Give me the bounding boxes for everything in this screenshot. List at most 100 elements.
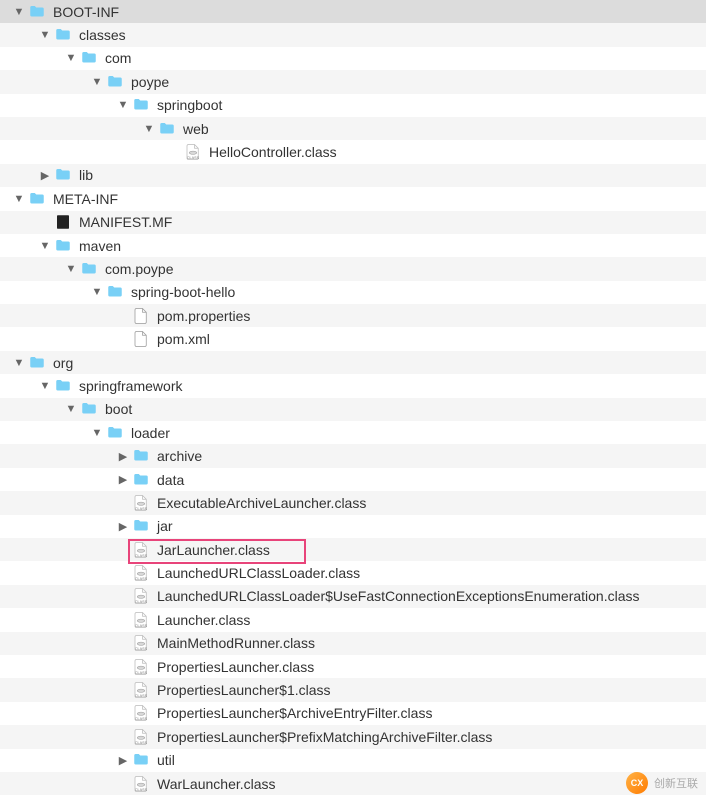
disclosure-spacer	[38, 215, 52, 229]
disclosure-spacer	[116, 636, 130, 650]
tree-item-label: archive	[157, 448, 202, 464]
chevron-down-icon[interactable]: ▼	[38, 379, 52, 393]
tree-row[interactable]: CLASSLaunchedURLClassLoader.class	[0, 561, 706, 584]
disclosure-spacer	[116, 730, 130, 744]
folder-icon	[132, 96, 150, 114]
disclosure-spacer	[116, 660, 130, 674]
file-icon	[132, 307, 150, 325]
disclosure-spacer	[116, 777, 130, 791]
chevron-right-icon[interactable]: ▶	[116, 753, 130, 767]
folder-icon	[80, 49, 98, 67]
tree-row[interactable]: ▼ classes	[0, 23, 706, 46]
svg-text:CLASS: CLASS	[135, 600, 148, 604]
tree-row[interactable]: ▼boot	[0, 398, 706, 421]
tree-row[interactable]: ▼ com.poype	[0, 257, 706, 280]
tree-row[interactable]: ▼springboot	[0, 94, 706, 117]
tree-row[interactable]: CLASS HelloController.class	[0, 140, 706, 163]
tree-row[interactable]: MANIFEST.MF	[0, 211, 706, 234]
chevron-down-icon[interactable]: ▼	[90, 426, 104, 440]
tree-item-label: HelloController.class	[209, 144, 337, 160]
svg-text:CLASS: CLASS	[135, 647, 148, 651]
disclosure-spacer	[116, 566, 130, 580]
class-icon: CLASS	[132, 494, 150, 512]
class-icon: CLASS	[132, 611, 150, 629]
file-tree[interactable]: ▼BOOT-INF▼classes▼com▼poype▼springboot▼w…	[0, 0, 706, 795]
tree-row[interactable]: ▼spring-boot-hello	[0, 281, 706, 304]
folder-icon	[106, 424, 124, 442]
tree-row[interactable]: CLASSWarLauncher.class	[0, 772, 706, 795]
tree-row[interactable]: CLASSPropertiesLauncher$1.class	[0, 678, 706, 701]
tree-item-label: pom.properties	[157, 308, 250, 324]
chevron-down-icon[interactable]: ▼	[38, 239, 52, 253]
class-icon: CLASS	[132, 634, 150, 652]
svg-text:CLASS: CLASS	[135, 507, 148, 511]
tree-row[interactable]: CLASSPropertiesLauncher$PrefixMatchingAr…	[0, 725, 706, 748]
svg-text:CLASS: CLASS	[135, 717, 148, 721]
tree-row[interactable]: CLASSJarLauncher.class	[0, 538, 706, 561]
tree-item-label: poype	[131, 74, 169, 90]
chevron-down-icon[interactable]: ▼	[64, 402, 78, 416]
chevron-down-icon[interactable]: ▼	[90, 285, 104, 299]
tree-item-label: MANIFEST.MF	[79, 214, 172, 230]
tree-item-label: MainMethodRunner.class	[157, 635, 315, 651]
chevron-down-icon[interactable]: ▼	[12, 356, 26, 370]
chevron-down-icon[interactable]: ▼	[116, 98, 130, 112]
tree-item-label: WarLauncher.class	[157, 776, 276, 792]
tree-row[interactable]: CLASSPropertiesLauncher$ArchiveEntryFilt…	[0, 702, 706, 725]
tree-item-label: pom.xml	[157, 331, 210, 347]
tree-row[interactable]: CLASS LaunchedURLClassLoader$UseFastConne…	[0, 585, 706, 608]
class-icon: CLASS	[132, 658, 150, 676]
tree-row[interactable]: ▼springframework	[0, 374, 706, 397]
class-icon: CLASS	[132, 564, 150, 582]
watermark-text: 创新互联	[654, 775, 698, 791]
tree-row[interactable]: pom.xml	[0, 327, 706, 350]
chevron-down-icon[interactable]: ▼	[90, 75, 104, 89]
tree-row[interactable]: ▼META-INF	[0, 187, 706, 210]
chevron-right-icon[interactable]: ▶	[116, 449, 130, 463]
chevron-right-icon[interactable]: ▶	[38, 168, 52, 182]
disclosure-spacer	[116, 706, 130, 720]
chevron-right-icon[interactable]: ▶	[116, 473, 130, 487]
folder-icon	[132, 517, 150, 535]
tree-row[interactable]: ▼web	[0, 117, 706, 140]
tree-row[interactable]: CLASSPropertiesLauncher.class	[0, 655, 706, 678]
tree-row[interactable]: CLASSExecutableArchiveLauncher.class	[0, 491, 706, 514]
tree-row[interactable]: ▶jar	[0, 515, 706, 538]
disclosure-spacer	[116, 309, 130, 323]
tree-row[interactable]: CLASSLauncher.class	[0, 608, 706, 631]
tree-row[interactable]: ▼maven	[0, 234, 706, 257]
svg-text:CLASS: CLASS	[135, 741, 148, 745]
tree-row[interactable]: ▼com	[0, 47, 706, 70]
tree-row[interactable]: ▼org	[0, 351, 706, 374]
tree-row[interactable]: pom.properties	[0, 304, 706, 327]
tree-row[interactable]: ▶lib	[0, 164, 706, 187]
folder-icon	[54, 166, 72, 184]
tree-row[interactable]: ▼ poype	[0, 70, 706, 93]
tree-row[interactable]: ▼ BOOT-INF	[0, 0, 706, 23]
tree-row[interactable]: ▶ util	[0, 749, 706, 772]
tree-row[interactable]: ▶data	[0, 468, 706, 491]
chevron-down-icon[interactable]: ▼	[64, 51, 78, 65]
tree-item-label: JarLauncher.class	[157, 542, 270, 558]
tree-item-label: LaunchedURLClassLoader$UseFastConnection…	[157, 588, 640, 604]
file-icon	[132, 330, 150, 348]
tree-row[interactable]: ▼loader	[0, 421, 706, 444]
chevron-down-icon[interactable]: ▼	[142, 122, 156, 136]
chevron-down-icon[interactable]: ▼	[64, 262, 78, 276]
svg-text:CLASS: CLASS	[135, 624, 148, 628]
tree-item-label: util	[157, 752, 175, 768]
tree-item-label: com.poype	[105, 261, 173, 277]
class-icon: CLASS	[132, 681, 150, 699]
disclosure-spacer	[116, 543, 130, 557]
tree-row[interactable]: ▶ archive	[0, 444, 706, 467]
class-icon: CLASS	[184, 143, 202, 161]
folder-icon	[132, 751, 150, 769]
chevron-right-icon[interactable]: ▶	[116, 519, 130, 533]
chevron-down-icon[interactable]: ▼	[12, 192, 26, 206]
chevron-down-icon[interactable]: ▼	[38, 28, 52, 42]
tree-item-label: BOOT-INF	[53, 4, 119, 20]
svg-text:CLASS: CLASS	[135, 694, 148, 698]
chevron-down-icon[interactable]: ▼	[12, 5, 26, 19]
tree-item-label: classes	[79, 27, 126, 43]
tree-row[interactable]: CLASS MainMethodRunner.class	[0, 632, 706, 655]
